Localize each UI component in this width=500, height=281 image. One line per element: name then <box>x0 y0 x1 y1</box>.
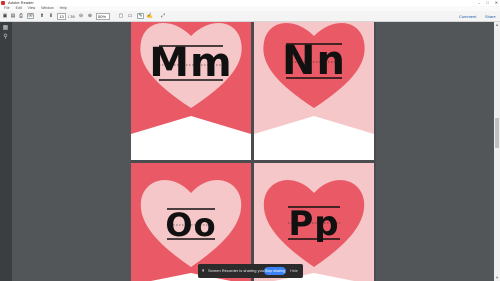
scroll-up-icon[interactable]: ▲ <box>494 22 500 28</box>
share-pane-button[interactable]: Share <box>485 13 496 20</box>
comment-pane-button[interactable]: Comment <box>459 13 476 20</box>
scroll-thumb[interactable] <box>495 118 499 148</box>
open-icon[interactable]: ▣ <box>2 13 8 19</box>
comment-icon[interactable]: ✎ <box>137 13 144 19</box>
hide-button[interactable]: Hide <box>290 264 298 278</box>
letter-pair: Nn <box>282 38 346 84</box>
previous-page-icon[interactable]: ⬆ <box>39 13 45 19</box>
toolbar: ▣ ▤ ⎙ ✉ ⬆ ⬇ 13 / 39 ⊖ ⊕ 50% ▢ ▭ ✎ ✍ ⤢ Co… <box>0 11 500 22</box>
stop-sharing-button[interactable]: Stop sharing <box>264 267 286 275</box>
zoom-out-icon[interactable]: ⊖ <box>78 13 84 19</box>
save-icon[interactable]: ▤ <box>10 13 16 19</box>
page-card-mm: Mm <box>131 22 251 160</box>
zoom-in-icon[interactable]: ⊕ <box>87 13 93 19</box>
document-view[interactable]: Mm Nn Oo Pp <box>131 22 376 281</box>
attachment-icon[interactable]: ⚲ <box>2 34 9 40</box>
vertical-scrollbar[interactable]: ▲ ▼ <box>494 22 500 281</box>
page-card-nn: Nn <box>254 22 374 160</box>
sign-icon[interactable]: ✍ <box>147 13 153 19</box>
fit-page-icon[interactable]: ▢ <box>118 13 124 19</box>
next-page-icon[interactable]: ⬇ <box>48 13 54 19</box>
letter-pair: Pp <box>288 204 340 244</box>
zoom-select[interactable]: 50% <box>96 13 110 20</box>
page-number-input[interactable]: 13 <box>57 13 66 20</box>
page-total: / 39 <box>68 14 75 19</box>
fullscreen-icon[interactable]: ⤢ <box>160 13 166 19</box>
adobe-reader-icon <box>1 1 5 5</box>
pages-thumbnail-icon[interactable]: ▦ <box>2 25 9 31</box>
left-navigation-pane: ▦ ⚲ <box>0 22 12 281</box>
letter-pair: Mm <box>149 40 233 86</box>
email-icon[interactable]: ✉ <box>27 13 34 19</box>
screen-recorder-banner: ⏸ Screen Recorder is sharing your screen… <box>198 264 303 278</box>
scroll-down-icon[interactable]: ▼ <box>494 275 500 281</box>
letter-pair: Oo <box>165 206 217 244</box>
print-icon[interactable]: ⎙ <box>18 13 24 19</box>
recording-icon: ⏸ <box>202 268 205 274</box>
fit-width-icon[interactable]: ▭ <box>127 13 133 19</box>
